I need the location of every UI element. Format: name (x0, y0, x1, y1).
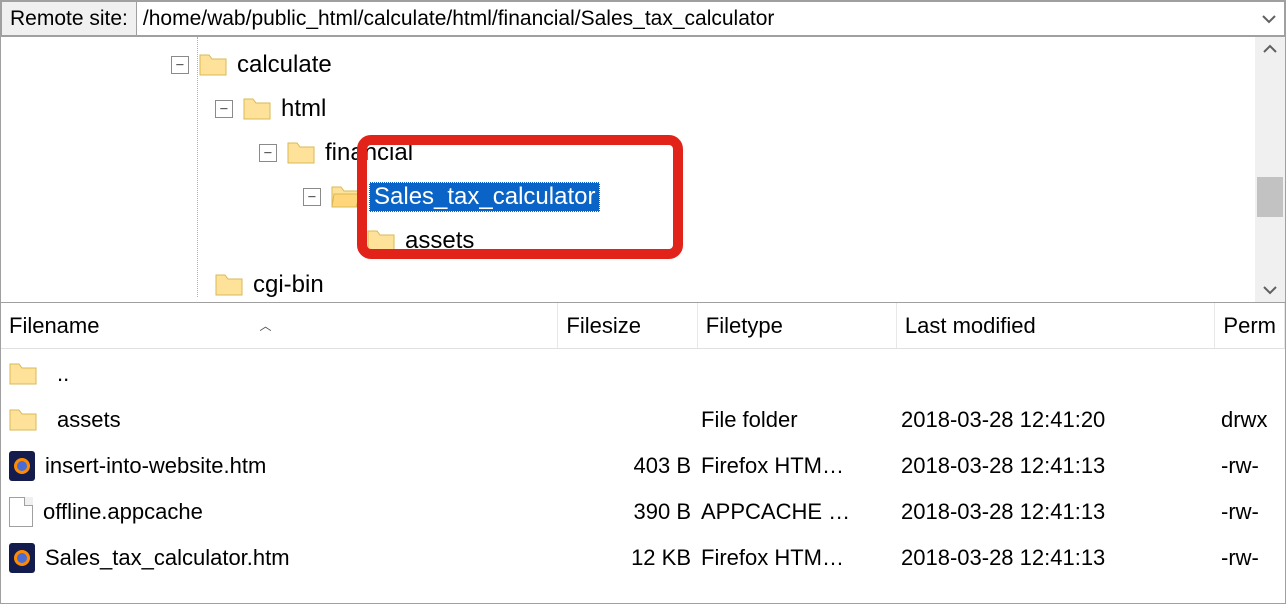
file-name: insert-into-website.htm (45, 453, 266, 479)
file-type: File folder (701, 407, 901, 433)
file-row[interactable]: assets File folder 2018-03-28 12:41:20 d… (1, 397, 1285, 443)
collapse-icon[interactable]: − (215, 100, 233, 118)
collapse-icon[interactable]: − (171, 56, 189, 74)
remote-path-bar: Remote site: (1, 1, 1285, 37)
file-permissions: -rw- (1221, 545, 1285, 571)
folder-icon (9, 408, 37, 432)
folder-icon (287, 141, 315, 165)
scrollbar-thumb[interactable] (1257, 177, 1283, 217)
folder-icon (215, 273, 243, 297)
remote-path-input[interactable] (137, 5, 1254, 33)
tree-node-cgi-bin[interactable]: cgi-bin (215, 263, 1255, 302)
scroll-up-icon[interactable] (1262, 41, 1278, 57)
collapse-icon[interactable]: − (303, 188, 321, 206)
folder-icon (367, 229, 395, 253)
tree-label-selected: Sales_tax_calculator (369, 182, 600, 212)
tree-label: assets (405, 227, 474, 255)
generic-file-icon (9, 497, 33, 527)
tree-content: − calculate − html − financial − (1, 37, 1255, 302)
file-type: Firefox HTM… (701, 545, 901, 571)
file-size: 12 KB (561, 545, 701, 571)
tree-node-assets[interactable]: assets (367, 219, 1255, 263)
tree-node-sales-tax-calculator[interactable]: − Sales_tax_calculator (303, 175, 1255, 219)
file-permissions: -rw- (1221, 453, 1285, 479)
file-name: assets (57, 407, 121, 433)
scroll-down-icon[interactable] (1262, 282, 1278, 298)
column-header-modified[interactable]: Last modified (897, 303, 1216, 348)
tree-label: financial (325, 139, 413, 167)
tree-scrollbar[interactable] (1255, 37, 1285, 302)
file-size: 403 B (561, 453, 701, 479)
sort-ascending-icon: ︿ (259, 317, 271, 334)
file-type: Firefox HTM… (701, 453, 901, 479)
file-type: APPCACHE … (701, 499, 901, 525)
folder-icon (243, 97, 271, 121)
file-permissions: -rw- (1221, 499, 1285, 525)
file-name: .. (57, 361, 69, 387)
column-header-permissions[interactable]: Perm (1215, 303, 1285, 348)
folder-open-icon (331, 185, 359, 209)
file-row[interactable]: offline.appcache 390 B APPCACHE … 2018-0… (1, 489, 1285, 535)
remote-site-label: Remote site: (1, 1, 137, 36)
file-modified: 2018-03-28 12:41:13 (901, 545, 1221, 571)
tree-node-financial[interactable]: − financial (259, 131, 1255, 175)
file-permissions: drwx (1221, 407, 1285, 433)
folder-icon (199, 53, 227, 77)
file-row[interactable]: insert-into-website.htm 403 B Firefox HT… (1, 443, 1285, 489)
firefox-html-icon (9, 543, 35, 573)
tree-label: html (281, 95, 326, 123)
file-modified: 2018-03-28 12:41:20 (901, 407, 1221, 433)
file-name: offline.appcache (43, 499, 203, 525)
folder-icon (9, 362, 37, 386)
file-list: .. assets File folder 2018-03-28 12:41:2… (1, 349, 1285, 581)
remote-path-combo[interactable] (137, 1, 1285, 36)
tree-node-calculate[interactable]: − calculate (171, 43, 1255, 87)
file-name: Sales_tax_calculator.htm (45, 545, 290, 571)
file-row[interactable]: Sales_tax_calculator.htm 12 KB Firefox H… (1, 535, 1285, 581)
file-list-header: Filename ︿ Filesize Filetype Last modifi… (1, 303, 1285, 349)
column-label: Filename (9, 313, 99, 339)
firefox-html-icon (9, 451, 35, 481)
remote-directory-tree: − calculate − html − financial − (1, 37, 1285, 303)
file-modified: 2018-03-28 12:41:13 (901, 499, 1221, 525)
file-row-parent[interactable]: .. (1, 351, 1285, 397)
column-header-filesize[interactable]: Filesize (558, 303, 697, 348)
column-header-filename[interactable]: Filename ︿ (1, 303, 558, 348)
file-size: 390 B (561, 499, 701, 525)
chevron-down-icon[interactable] (1254, 11, 1284, 27)
tree-node-html[interactable]: − html (215, 87, 1255, 131)
collapse-icon[interactable]: − (259, 144, 277, 162)
tree-label: cgi-bin (253, 271, 324, 299)
column-header-filetype[interactable]: Filetype (698, 303, 897, 348)
tree-label: calculate (237, 51, 332, 79)
file-modified: 2018-03-28 12:41:13 (901, 453, 1221, 479)
